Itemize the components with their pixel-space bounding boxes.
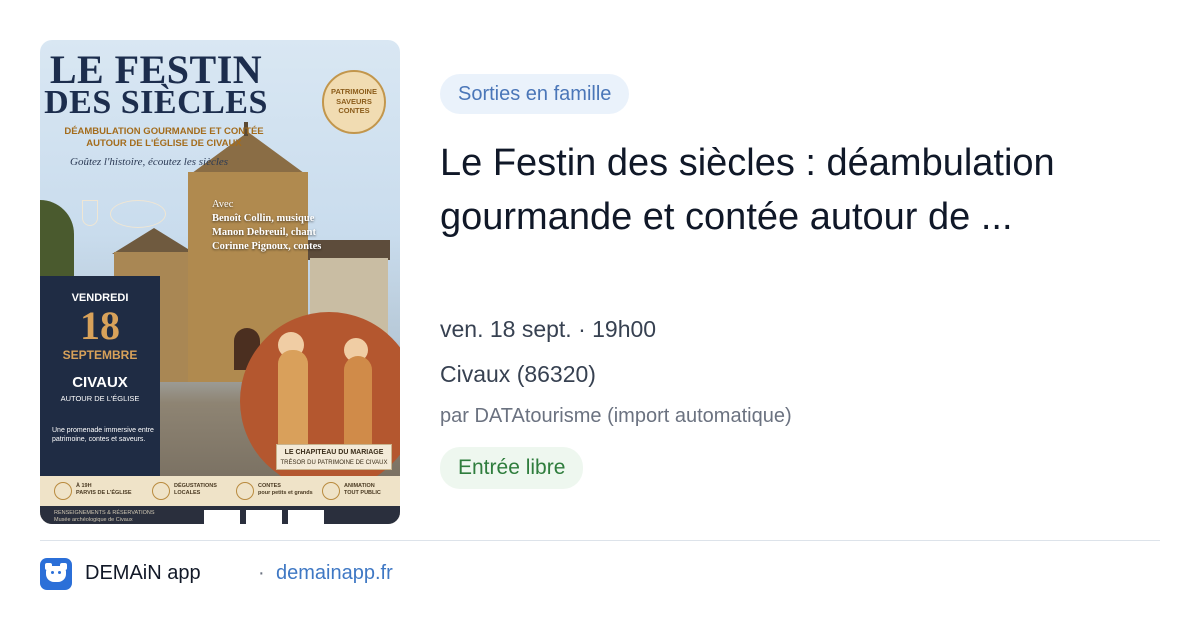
event-poster-image[interactable]: LE FESTIN DES SIÈCLES DÉAMBULATION GOURM…: [40, 40, 400, 524]
clock-icon: [54, 482, 72, 500]
demain-app-icon[interactable]: [40, 558, 72, 590]
event-title[interactable]: Le Festin des siècles : déambulation gou…: [440, 136, 1170, 244]
event-source: par DATAtourisme (import automatique): [440, 405, 792, 427]
poster-seal: PATRIMOINE SAVEURS CONTES: [322, 70, 386, 134]
poster-performers: Avec Benoît Collin, musique Manon Debreu…: [212, 199, 322, 252]
poster-partner-logos: [204, 510, 332, 524]
event-place: Civaux (86320): [440, 361, 596, 387]
poster-slogan: Goûtez l'histoire, écoutez les siècles: [70, 156, 229, 168]
footer-separator: ·: [258, 562, 265, 584]
poster-city: CIVAUX: [72, 374, 128, 391]
price-chip: Entrée libre: [440, 447, 584, 489]
poster-promo: Une promenade immersive entre patrimoine…: [52, 427, 154, 443]
category-chip[interactable]: Sorties en famille: [440, 74, 630, 114]
food-plate-icon: [110, 200, 166, 228]
poster-title-line2: DES SIÈCLES: [44, 84, 268, 121]
divider: [40, 540, 1160, 541]
poster-banner: LE CHAPITEAU DU MARIAGE TRÉSOR DU PATRIM…: [276, 444, 392, 470]
site-link[interactable]: demainapp.fr: [276, 562, 393, 585]
people-icon: [322, 482, 340, 500]
app-name: DEMAiN app: [85, 562, 201, 584]
poster-month: SEPTEMBRE: [62, 348, 138, 362]
book-icon: [236, 482, 254, 500]
wine-glass-icon: [82, 200, 98, 226]
event-date: ven. 18 sept. · 19h00: [440, 316, 657, 342]
poster-day-number: 18: [80, 303, 120, 348]
poster-subtitle: DÉAMBULATION GOURMANDE ET CONTÉE AUTOUR …: [64, 126, 264, 149]
poster-city-location: AUTOUR DE L'ÉGLISE: [60, 394, 140, 403]
tasting-icon: [152, 482, 170, 500]
